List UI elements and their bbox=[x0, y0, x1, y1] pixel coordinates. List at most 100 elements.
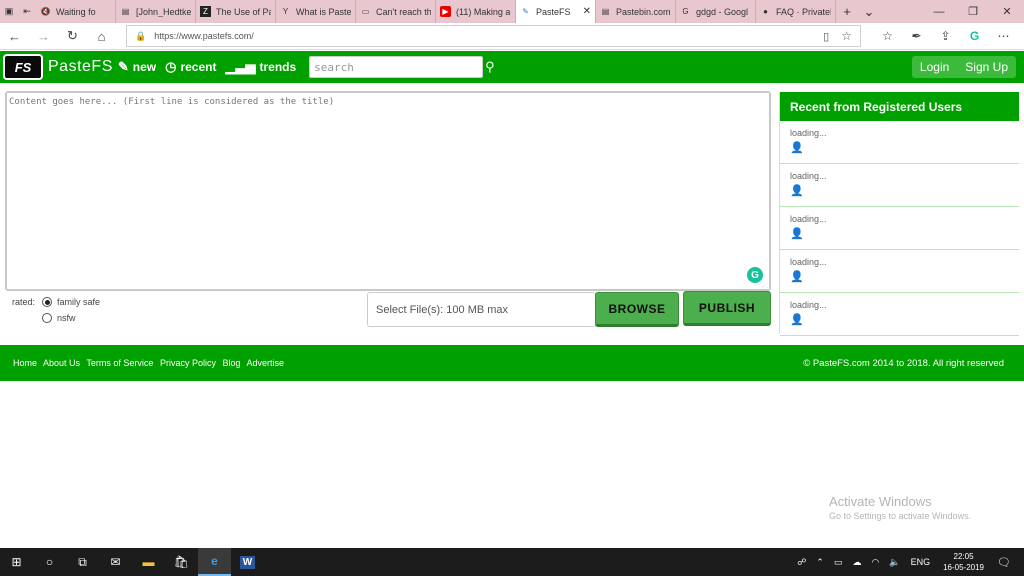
doc-icon: ▤ bbox=[121, 7, 130, 16]
rating-group: rated: family safe nsfw bbox=[12, 294, 100, 326]
sidebar-title: Recent from Registered Users bbox=[780, 92, 1019, 121]
mute-icon: 🔇 bbox=[40, 7, 51, 16]
browser-tab[interactable]: ▤ [John_Hedtke, bbox=[116, 0, 196, 23]
user-icon: 👤 bbox=[790, 314, 804, 326]
browser-tab[interactable]: Ggdgd - Googl bbox=[676, 0, 756, 23]
browser-tab[interactable]: 🔇 Waiting fo bbox=[36, 0, 116, 23]
pastefs-icon: ✎ bbox=[522, 7, 529, 16]
favorites-icon[interactable]: ☆ bbox=[873, 29, 902, 43]
back-icon[interactable]: ← bbox=[0, 23, 29, 50]
github-icon: ● bbox=[763, 7, 768, 16]
forward-icon[interactable]: → bbox=[29, 23, 58, 50]
people-icon[interactable]: ☍ bbox=[797, 557, 806, 568]
z-icon: Z bbox=[200, 6, 211, 17]
address-bar: ← → ↻ ⌂ 🔒 https://www.pastefs.com/ ▯ ☆ ☆… bbox=[0, 23, 1024, 50]
footer-link-advertise[interactable]: Advertise bbox=[247, 358, 285, 368]
footer-link-privacy[interactable]: Privacy Policy bbox=[160, 358, 216, 368]
edge-icon[interactable]: e bbox=[198, 548, 231, 576]
close-icon[interactable]: ✕ bbox=[580, 6, 591, 17]
signal-bars-icon: ▁▃▅ bbox=[225, 59, 256, 74]
word-icon[interactable]: W bbox=[231, 548, 264, 576]
language-indicator[interactable]: ENG bbox=[911, 557, 931, 567]
chevron-down-icon[interactable]: ⌄ bbox=[858, 0, 880, 23]
footer-link-terms[interactable]: Terms of Service bbox=[86, 358, 153, 368]
home-icon[interactable]: ⌂ bbox=[87, 23, 116, 50]
site-header: FS PasteFS ✎new ◷recent ▁▃▅trends ⚲ Logi… bbox=[0, 51, 1024, 83]
refresh-icon[interactable]: ↻ bbox=[58, 23, 87, 50]
close-window-icon[interactable]: ✕ bbox=[990, 0, 1024, 23]
radio-label-nsfw: nsfw bbox=[57, 313, 76, 323]
user-icon: 👤 bbox=[790, 271, 804, 283]
minimize-icon[interactable]: — bbox=[922, 0, 956, 23]
new-tab-icon[interactable]: + bbox=[836, 0, 858, 23]
list-item[interactable]: loading... 👤 bbox=[780, 250, 1019, 293]
list-item[interactable]: loading... 👤 bbox=[780, 164, 1019, 207]
footer-link-blog[interactable]: Blog bbox=[222, 358, 240, 368]
browser-tab-active[interactable]: ✎ PasteFS ✕ bbox=[516, 0, 596, 23]
list-item[interactable]: loading... 👤 bbox=[780, 293, 1019, 336]
user-icon: 👤 bbox=[790, 142, 804, 154]
share-icon[interactable]: ⇪ bbox=[931, 29, 960, 43]
notification-icon[interactable]: 🗨 bbox=[997, 556, 1019, 569]
volume-icon[interactable]: 🔈 bbox=[889, 557, 900, 568]
tab-actions-icon[interactable]: ▣ bbox=[0, 0, 18, 23]
nav-recent[interactable]: ◷ recent bbox=[165, 59, 216, 75]
search-circle-icon[interactable]: ○ bbox=[33, 548, 66, 576]
recent-registered-sidebar: Recent from Registered Users loading... 👤… bbox=[779, 92, 1019, 336]
radio-nsfw[interactable] bbox=[42, 313, 52, 323]
publish-button[interactable]: PUBLISH bbox=[683, 291, 771, 326]
grammarly-icon[interactable]: G bbox=[960, 29, 989, 43]
browser-tab[interactable]: ▶ (11) Making a bbox=[436, 0, 516, 23]
mail-icon[interactable]: ✉ bbox=[99, 548, 132, 576]
browser-tab[interactable]: ▤ Pastebin.com bbox=[596, 0, 676, 23]
file-select-field[interactable]: Select File(s): 100 MB max bbox=[367, 292, 596, 327]
browser-tab[interactable]: Y What is Pastel bbox=[276, 0, 356, 23]
system-tray: ☍ ⌃ ▭ ☁ ◠ 🔈 ENG 22:05 16-05-2019 🗨 bbox=[792, 551, 1024, 573]
file-explorer-icon[interactable]: ▬ bbox=[132, 548, 165, 576]
grammarly-badge-icon[interactable]: G bbox=[747, 267, 763, 283]
edit-icon: ✎ bbox=[117, 59, 129, 74]
paste-content-textarea[interactable] bbox=[7, 93, 769, 289]
more-icon[interactable]: ⋯ bbox=[989, 29, 1018, 43]
store-icon[interactable]: 🛍 bbox=[165, 548, 198, 576]
rating-label: rated: bbox=[12, 297, 36, 307]
signup-button[interactable]: Sign Up bbox=[957, 60, 1016, 74]
reading-view-icon[interactable]: ▯ bbox=[823, 30, 829, 43]
star-icon[interactable]: ☆ bbox=[841, 29, 852, 43]
browser-tab[interactable]: ● FAQ · PrivateB bbox=[756, 0, 836, 23]
windows-taskbar: ⊞ ○ ⧉ ✉ ▬ 🛍 e W ☍ ⌃ ▭ ☁ ◠ 🔈 ENG 22:05 16… bbox=[0, 548, 1024, 576]
login-button[interactable]: Login bbox=[912, 60, 957, 74]
radio-label-family-safe: family safe bbox=[57, 297, 101, 307]
clock[interactable]: 22:05 16-05-2019 bbox=[943, 551, 984, 573]
activate-windows-watermark: Activate Windows Go to Settings to activ… bbox=[829, 494, 972, 521]
browser-tab-strip: ▣ ⇤ 🔇 Waiting fo ▤ [John_Hedtke, Z The Use … bbox=[0, 0, 1024, 23]
copyright: © PasteFS.com 2014 to 2018. All right re… bbox=[803, 357, 1004, 369]
radio-family-safe[interactable] bbox=[42, 297, 52, 307]
task-view-icon[interactable]: ⧉ bbox=[66, 548, 99, 576]
search-input[interactable] bbox=[309, 56, 484, 78]
list-item[interactable]: loading... 👤 bbox=[780, 121, 1019, 164]
browser-tab[interactable]: ▭ Can't reach th bbox=[356, 0, 436, 23]
maximize-icon[interactable]: ❐ bbox=[956, 0, 990, 23]
windows-start-icon[interactable]: ⊞ bbox=[0, 548, 33, 576]
list-item[interactable]: loading... 👤 bbox=[780, 207, 1019, 250]
footer-link-about[interactable]: About Us bbox=[43, 358, 80, 368]
footer-link-home[interactable]: Home bbox=[13, 358, 37, 368]
battery-icon[interactable]: ▭ bbox=[834, 557, 843, 568]
logo[interactable]: FS bbox=[3, 54, 43, 80]
cloud-icon[interactable]: ☁ bbox=[852, 557, 861, 568]
wifi-icon[interactable]: ◠ bbox=[871, 557, 879, 568]
pen-icon[interactable]: ✒ bbox=[902, 29, 931, 43]
pastebin-icon: ▤ bbox=[601, 7, 610, 16]
window-controls: — ❐ ✕ bbox=[922, 0, 1024, 23]
brand-name[interactable]: PasteFS bbox=[48, 58, 113, 76]
chevron-up-icon[interactable]: ⌃ bbox=[816, 557, 824, 568]
url-field[interactable]: 🔒 https://www.pastefs.com/ ▯ ☆ bbox=[126, 25, 861, 47]
browser-tab[interactable]: Z The Use of Pa bbox=[196, 0, 276, 23]
browse-button[interactable]: BROWSE bbox=[595, 292, 679, 327]
nav-new[interactable]: ✎ new bbox=[118, 59, 156, 75]
nav-trends[interactable]: ▁▃▅ trends bbox=[225, 59, 296, 75]
user-icon: 👤 bbox=[790, 228, 804, 240]
set-aside-tabs-icon[interactable]: ⇤ bbox=[18, 0, 36, 23]
search-icon[interactable]: ⚲ bbox=[485, 59, 495, 75]
